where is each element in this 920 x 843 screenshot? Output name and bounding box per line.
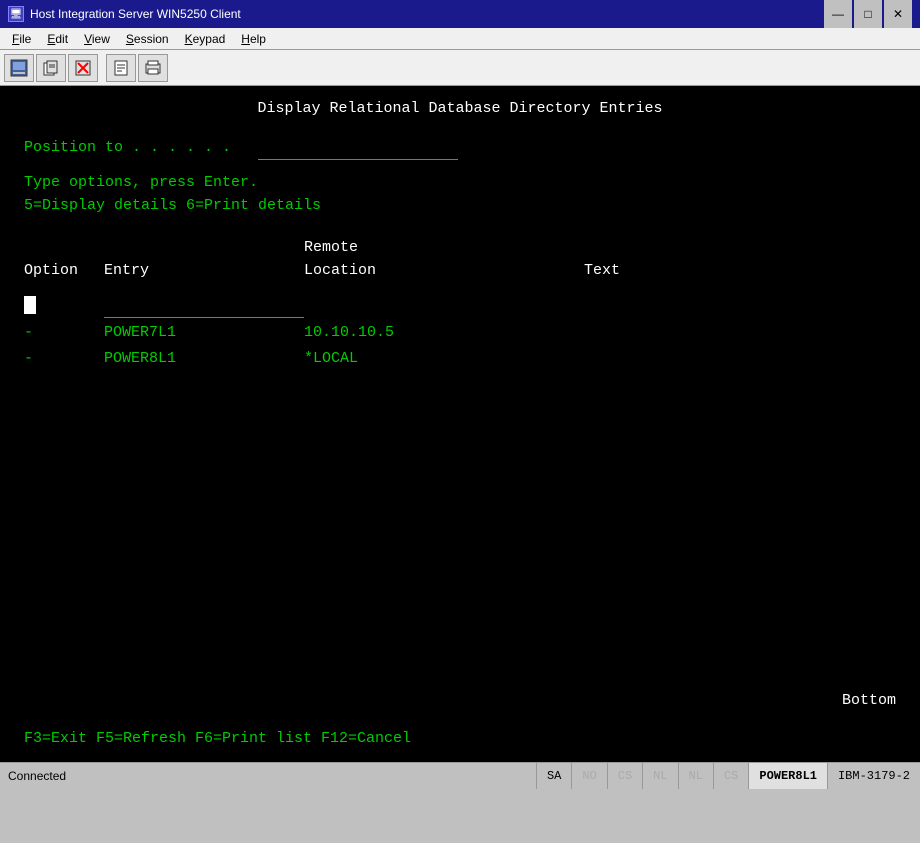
toolbar bbox=[0, 50, 920, 86]
status-connected: Connected bbox=[0, 769, 536, 783]
status-bar: Connected SA NO CS NL NL CS POWER8L1 IBM… bbox=[0, 762, 920, 788]
instructions-line1: Type options, press Enter. bbox=[24, 172, 896, 195]
menu-session[interactable]: Session bbox=[118, 30, 177, 48]
col-blank2 bbox=[104, 237, 304, 260]
title-bar-buttons: — □ ✕ bbox=[824, 0, 912, 28]
col-location-header: Location bbox=[304, 260, 584, 283]
opt-cell-2: - bbox=[24, 322, 104, 345]
position-line: Position to . . . . . . bbox=[24, 137, 896, 161]
status-badge-cs2: CS bbox=[713, 763, 748, 789]
location-cell-2: 10.10.10.5 bbox=[304, 322, 584, 345]
instructions-line2: 5=Display details 6=Print details bbox=[24, 195, 896, 218]
col-text-header: Text bbox=[584, 260, 620, 283]
entry-cell-3: POWER8L1 bbox=[104, 348, 304, 371]
col-blank bbox=[24, 237, 104, 260]
minimize-button[interactable]: — bbox=[824, 0, 852, 28]
table-row: - POWER7L1 10.10.10.5 bbox=[24, 322, 896, 345]
toolbar-btn-1[interactable] bbox=[4, 54, 34, 82]
status-badge-no: NO bbox=[571, 763, 606, 789]
location-cell-3: *LOCAL bbox=[304, 348, 584, 371]
table-row: - POWER8L1 *LOCAL bbox=[24, 348, 896, 371]
entry-cell-1 bbox=[104, 294, 304, 318]
menu-view[interactable]: View bbox=[76, 30, 118, 48]
table-row bbox=[24, 294, 896, 318]
menu-keypad[interactable]: Keypad bbox=[177, 30, 234, 48]
status-badge-ibm: IBM-3179-2 bbox=[827, 763, 920, 789]
close-button[interactable]: ✕ bbox=[884, 0, 912, 28]
toolbar-btn-5[interactable] bbox=[138, 54, 168, 82]
maximize-button[interactable]: □ bbox=[854, 0, 882, 28]
menu-bar: File Edit View Session Keypad Help bbox=[0, 28, 920, 50]
status-badge-cs: CS bbox=[607, 763, 642, 789]
column-headers: Remote bbox=[24, 237, 896, 260]
status-badge-nl1: NL bbox=[642, 763, 677, 789]
status-badge-sa: SA bbox=[536, 763, 571, 789]
col-remote-header: Remote bbox=[304, 237, 584, 260]
terminal-screen: Display Relational Database Directory En… bbox=[0, 86, 920, 762]
title-bar: 🖥 Host Integration Server WIN5250 Client… bbox=[0, 0, 920, 28]
screen-title: Display Relational Database Directory En… bbox=[24, 98, 896, 121]
opt-cell-3: - bbox=[24, 348, 104, 371]
cursor-block bbox=[24, 296, 36, 314]
toolbar-btn-2[interactable] bbox=[36, 54, 66, 82]
status-badge-nl2: NL bbox=[678, 763, 713, 789]
position-input-underline[interactable] bbox=[258, 137, 458, 161]
menu-edit[interactable]: Edit bbox=[39, 30, 76, 48]
menu-help[interactable]: Help bbox=[233, 30, 274, 48]
function-keys: F3=Exit F5=Refresh F6=Print list F12=Can… bbox=[24, 728, 411, 751]
app-icon: 🖥 bbox=[8, 6, 24, 22]
position-label: Position to . . . . . . bbox=[24, 137, 231, 160]
col-option-header: Option bbox=[24, 260, 104, 283]
entry-cell-2: POWER7L1 bbox=[104, 322, 304, 345]
window-title: Host Integration Server WIN5250 Client bbox=[30, 7, 241, 21]
title-bar-left: 🖥 Host Integration Server WIN5250 Client bbox=[8, 6, 241, 22]
toolbar-btn-3[interactable] bbox=[68, 54, 98, 82]
toolbar-btn-4[interactable] bbox=[106, 54, 136, 82]
status-badge-power8l1: POWER8L1 bbox=[748, 763, 827, 789]
opt-cell-1 bbox=[24, 295, 104, 318]
col-entry-header: Entry bbox=[104, 260, 304, 283]
menu-file[interactable]: File bbox=[4, 30, 39, 48]
instructions: Type options, press Enter. 5=Display det… bbox=[24, 172, 896, 217]
column-headers-row2: Option Entry Location Text bbox=[24, 260, 896, 283]
bottom-label: Bottom bbox=[842, 690, 896, 713]
